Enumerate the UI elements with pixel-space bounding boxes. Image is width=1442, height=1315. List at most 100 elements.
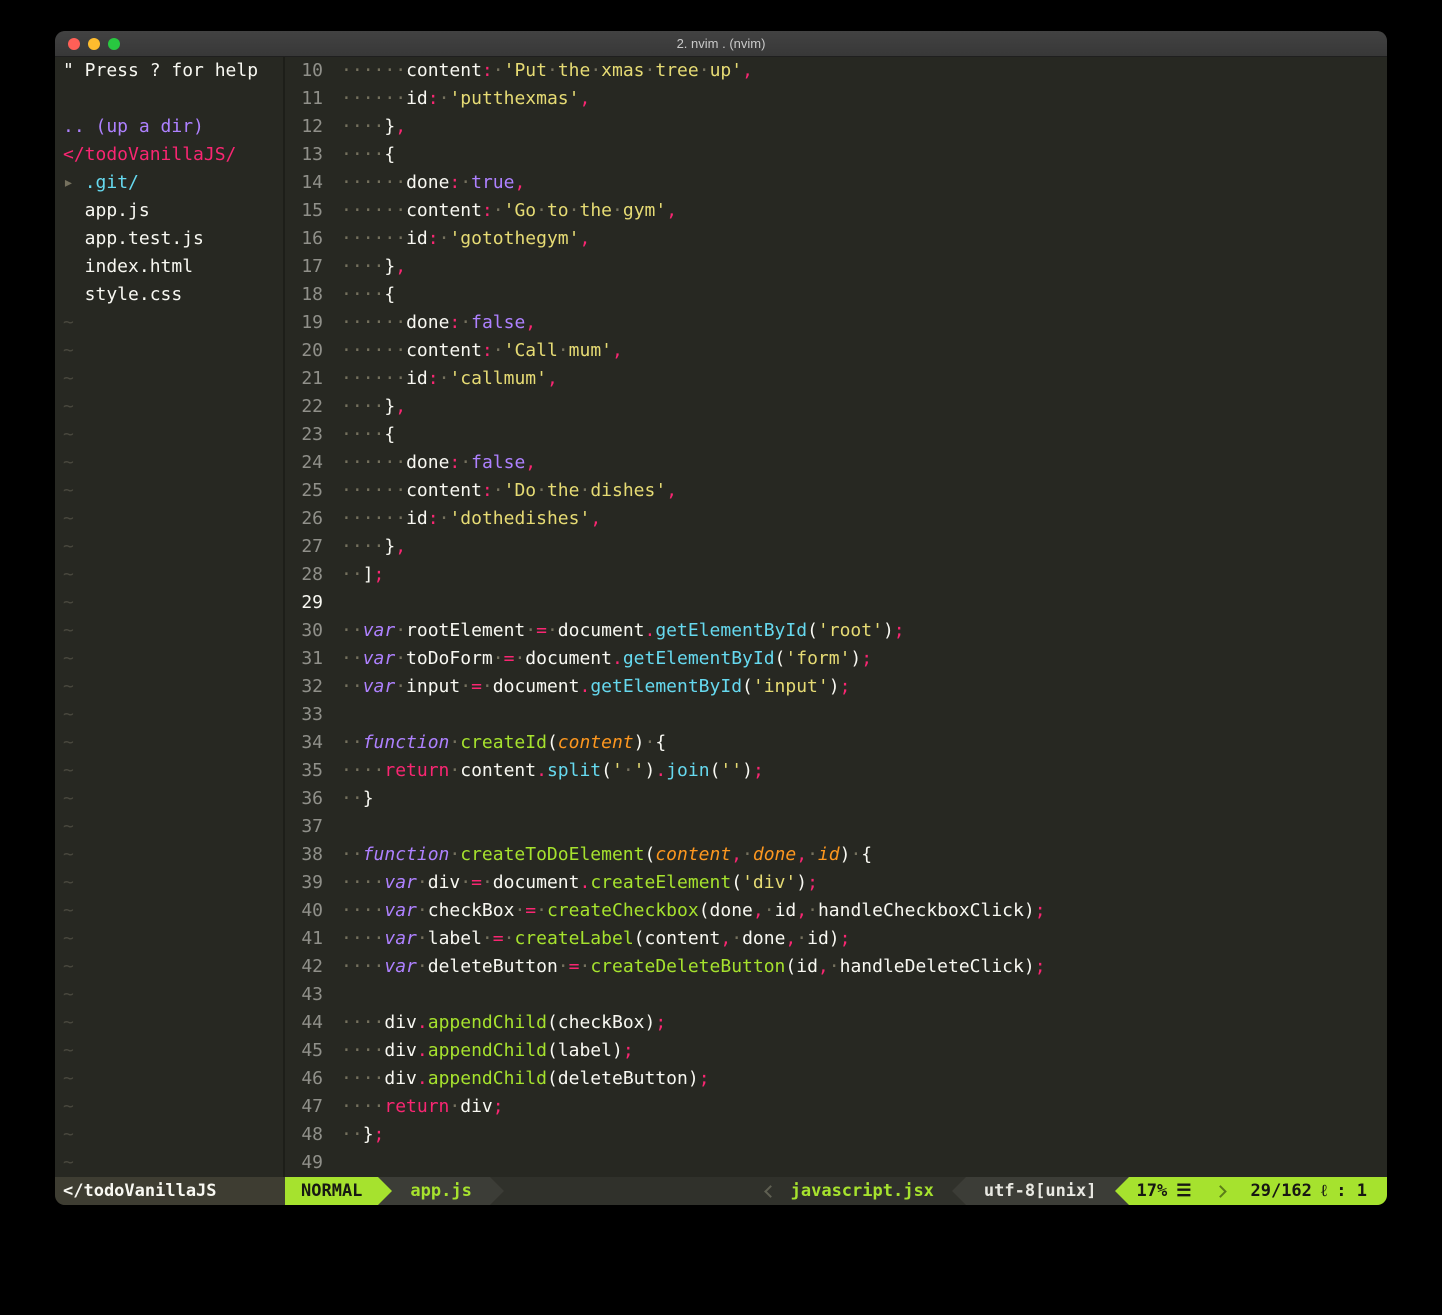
empty-line-marker: ~ xyxy=(55,561,283,589)
code-line[interactable]: 13····{ xyxy=(285,141,1387,169)
code-line[interactable]: 23····{ xyxy=(285,421,1387,449)
code-line[interactable]: 41····var·label·=·createLabel(content,·d… xyxy=(285,925,1387,953)
code-line[interactable]: 37 xyxy=(285,813,1387,841)
vim-panes: " Press ? for help.. (up a dir)</todoVan… xyxy=(55,57,1387,1177)
code-line[interactable]: 49 xyxy=(285,1149,1387,1177)
statusline-filetype: javascript.jsx xyxy=(779,1177,952,1205)
line-number: 36 xyxy=(285,785,323,813)
tree-item-app-test-js[interactable]: app.test.js xyxy=(55,225,283,253)
empty-line-marker: ~ xyxy=(55,729,283,757)
code-line[interactable]: 40····var·checkBox·=·createCheckbox(done… xyxy=(285,897,1387,925)
code-line[interactable]: 28··]; xyxy=(285,561,1387,589)
line-number: 37 xyxy=(285,813,323,841)
code-line[interactable]: 39····var·div·=·document.createElement('… xyxy=(285,869,1387,897)
line-number: 17 xyxy=(285,253,323,281)
close-button[interactable] xyxy=(68,38,80,50)
code-line[interactable]: 44····div.appendChild(checkBox); xyxy=(285,1009,1387,1037)
code-line[interactable]: 27····}, xyxy=(285,533,1387,561)
code-line[interactable]: 22····}, xyxy=(285,393,1387,421)
empty-line-marker: ~ xyxy=(55,813,283,841)
column-position: : 1 xyxy=(1336,1177,1367,1205)
code-line[interactable]: 19······done:·false, xyxy=(285,309,1387,337)
code-text: ······content:·'Do·the·dishes', xyxy=(323,477,677,505)
code-text: ····var·checkBox·=·createCheckbox(done,·… xyxy=(323,897,1046,925)
tree-item-style-css[interactable]: style.css xyxy=(55,281,283,309)
code-text: ··var·toDoForm·=·document.getElementById… xyxy=(323,645,872,673)
code-line[interactable]: 43 xyxy=(285,981,1387,1009)
empty-line-marker: ~ xyxy=(55,589,283,617)
code-line[interactable]: 47····return·div; xyxy=(285,1093,1387,1121)
code-line[interactable]: 14······done:·true, xyxy=(285,169,1387,197)
tree-root[interactable]: </todoVanillaJS/ xyxy=(55,141,283,169)
code-line[interactable]: 48··}; xyxy=(285,1121,1387,1149)
line-number: 44 xyxy=(285,1009,323,1037)
line-number: 20 xyxy=(285,337,323,365)
line-number: 26 xyxy=(285,505,323,533)
empty-line-marker: ~ xyxy=(55,1149,283,1177)
editor-buffer[interactable]: 10······content:·'Put·the·xmas·tree·up',… xyxy=(285,57,1387,1177)
line-number: 45 xyxy=(285,1037,323,1065)
empty-line-marker: ~ xyxy=(55,841,283,869)
code-line[interactable]: 36··} xyxy=(285,785,1387,813)
powerline-separator xyxy=(490,1177,504,1205)
code-line[interactable]: 33 xyxy=(285,701,1387,729)
code-line[interactable]: 31··var·toDoForm·=·document.getElementBy… xyxy=(285,645,1387,673)
powerline-separator xyxy=(1115,1177,1129,1205)
empty-line-marker: ~ xyxy=(55,365,283,393)
line-number: 27 xyxy=(285,533,323,561)
code-line[interactable]: 45····div.appendChild(label); xyxy=(285,1037,1387,1065)
code-text xyxy=(323,589,341,617)
code-text: ····div.appendChild(label); xyxy=(323,1037,634,1065)
thin-separator-icon xyxy=(764,1185,777,1198)
code-line[interactable]: 25······content:·'Do·the·dishes', xyxy=(285,477,1387,505)
line-number: 16 xyxy=(285,225,323,253)
code-line[interactable]: 15······content:·'Go·to·the·gym', xyxy=(285,197,1387,225)
code-line[interactable]: 18····{ xyxy=(285,281,1387,309)
empty-line-marker: ~ xyxy=(55,869,283,897)
code-text xyxy=(323,701,341,729)
code-line[interactable]: 38··function·createToDoElement(content,·… xyxy=(285,841,1387,869)
code-line[interactable]: 35····return·content.split('·').join('')… xyxy=(285,757,1387,785)
scroll-icon: ☰ xyxy=(1176,1177,1191,1205)
traffic-lights xyxy=(68,38,120,50)
code-line[interactable]: 29 xyxy=(285,589,1387,617)
tree-item-git-dir[interactable]: ▸ .git/ xyxy=(55,169,283,197)
thin-separator-icon xyxy=(1215,1185,1228,1198)
line-number: 48 xyxy=(285,1121,323,1149)
tree-item-index-html[interactable]: index.html xyxy=(55,253,283,281)
empty-line-marker: ~ xyxy=(55,421,283,449)
line-number: 33 xyxy=(285,701,323,729)
tree-item-app-js[interactable]: app.js xyxy=(55,197,283,225)
tree-item-up-dir[interactable]: .. (up a dir) xyxy=(55,113,283,141)
empty-line-marker: ~ xyxy=(55,477,283,505)
code-line[interactable]: 46····div.appendChild(deleteButton); xyxy=(285,1065,1387,1093)
line-number: 25 xyxy=(285,477,323,505)
empty-line-marker: ~ xyxy=(55,981,283,1009)
code-line[interactable]: 12····}, xyxy=(285,113,1387,141)
minimize-button[interactable] xyxy=(88,38,100,50)
code-line[interactable]: 24······done:·false, xyxy=(285,449,1387,477)
empty-line-marker: ~ xyxy=(55,533,283,561)
line-number: 18 xyxy=(285,281,323,309)
code-text: ··} xyxy=(323,785,374,813)
code-line[interactable]: 42····var·deleteButton·=·createDeleteBut… xyxy=(285,953,1387,981)
statusline-spacer xyxy=(504,1177,750,1205)
code-line[interactable]: 10······content:·'Put·the·xmas·tree·up', xyxy=(285,57,1387,85)
code-line[interactable]: 11······id:·'putthexmas', xyxy=(285,85,1387,113)
code-line[interactable]: 16······id:·'gotothegym', xyxy=(285,225,1387,253)
code-line[interactable]: 30··var·rootElement·=·document.getElemen… xyxy=(285,617,1387,645)
code-line[interactable]: 17····}, xyxy=(285,253,1387,281)
line-number: 38 xyxy=(285,841,323,869)
zoom-button[interactable] xyxy=(108,38,120,50)
code-line[interactable]: 34··function·createId(content)·{ xyxy=(285,729,1387,757)
scroll-percent: 17% xyxy=(1137,1177,1168,1205)
code-text xyxy=(323,981,341,1009)
code-text: ····return·div; xyxy=(323,1093,504,1121)
code-line[interactable]: 26······id:·'dothedishes', xyxy=(285,505,1387,533)
code-line[interactable]: 32··var·input·=·document.getElementById(… xyxy=(285,673,1387,701)
code-text: ··]; xyxy=(323,561,384,589)
code-line[interactable]: 21······id:·'callmum', xyxy=(285,365,1387,393)
code-text: ····}, xyxy=(323,533,406,561)
titlebar[interactable]: 2. nvim . (nvim) xyxy=(55,31,1387,57)
code-line[interactable]: 20······content:·'Call·mum', xyxy=(285,337,1387,365)
